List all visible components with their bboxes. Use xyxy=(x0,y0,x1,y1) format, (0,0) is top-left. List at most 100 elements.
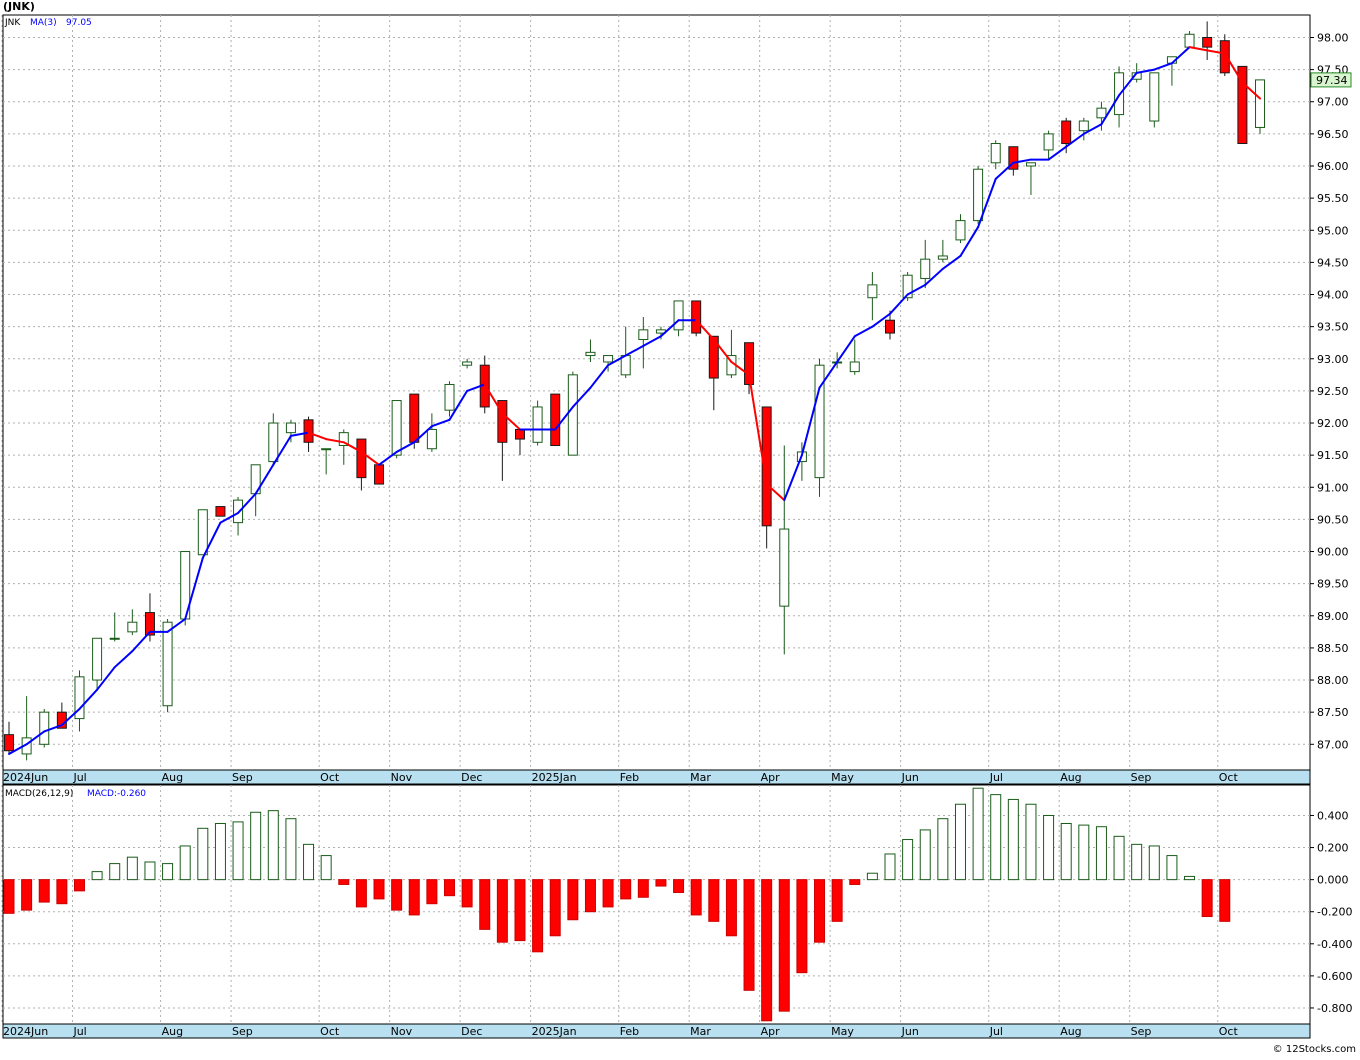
chart-stage: 87.00 87.50 88.00 88.50 89.00 89.50 90.00 90.50… xyxy=(0,0,1360,1056)
price-y-tick-label: 91.50 xyxy=(1317,449,1349,462)
macd-bar xyxy=(884,853,896,881)
candle-body xyxy=(885,319,895,334)
macd-bar xyxy=(778,879,790,1012)
price-x-tick-label: Sep xyxy=(1131,771,1152,784)
macd-bar xyxy=(38,879,50,903)
price-y-tick-label: 96.50 xyxy=(1317,128,1349,141)
macd-bar xyxy=(126,856,138,881)
macd-bar xyxy=(267,810,279,881)
macd-bar xyxy=(320,855,332,881)
candle-body xyxy=(1149,72,1160,122)
price-x-tick-label: Aug xyxy=(162,771,183,784)
price-y-tick-label: 88.00 xyxy=(1317,674,1349,687)
macd-bar xyxy=(355,879,367,908)
macd-x-tick-label: 2025Jan xyxy=(532,1025,577,1038)
macd-x-tick-label: Nov xyxy=(391,1025,413,1038)
candle-body xyxy=(990,143,1001,164)
macd-bar xyxy=(56,879,68,905)
price-x-tick-label: May xyxy=(831,771,854,784)
candle-body xyxy=(673,300,684,331)
macd-bar xyxy=(972,787,984,881)
macd-x-tick-label: Aug xyxy=(1060,1025,1081,1038)
macd-bar xyxy=(250,811,262,881)
macd-bar xyxy=(620,879,632,900)
macd-bar xyxy=(479,879,491,930)
price-panel-frame xyxy=(2,14,1311,771)
macd-y-tick-label: -0.200 xyxy=(1317,906,1352,919)
macd-bar xyxy=(197,827,209,881)
candle-body xyxy=(620,355,631,376)
macd-bar xyxy=(796,879,808,974)
candle-body xyxy=(285,422,296,434)
macd-bar xyxy=(1148,845,1160,881)
macd-bar xyxy=(21,879,33,911)
macd-bar xyxy=(285,818,297,881)
credit-text: © 12Stocks.com xyxy=(1272,1044,1356,1055)
price-y-tick-label: 92.50 xyxy=(1317,385,1349,398)
price-x-tick-label: Feb xyxy=(620,771,639,784)
candle-body xyxy=(321,448,332,451)
price-x-tick-label: Jul xyxy=(989,771,1003,784)
price-y-tick-label: 89.50 xyxy=(1317,578,1349,591)
price-y-tick-label: 87.00 xyxy=(1317,738,1349,751)
price-y-tick-label: 94.50 xyxy=(1317,256,1349,269)
macd-legend-value: MACD:-0.260 xyxy=(87,789,146,799)
macd-bar xyxy=(461,879,473,908)
candle-body xyxy=(1202,36,1213,48)
macd-bar xyxy=(602,879,614,908)
chart-svg: 87.00 87.50 88.00 88.50 89.00 89.50 90.00 90.50… xyxy=(1,14,1352,1039)
macd-bar xyxy=(584,879,596,913)
macd-bar xyxy=(91,871,103,881)
macd-bar xyxy=(919,829,931,881)
macd-bar xyxy=(990,794,1002,881)
candle-body xyxy=(1061,120,1072,145)
macd-bar xyxy=(761,879,773,1022)
macd-x-tick-label: 2024Jun xyxy=(3,1025,48,1038)
candle-body xyxy=(1184,33,1195,48)
macd-bar xyxy=(162,863,174,881)
chart-title: (JNK) xyxy=(3,0,35,13)
macd-bar xyxy=(373,879,385,900)
price-x-tick-label: Oct xyxy=(320,771,340,784)
macd-x-tick-label: Apr xyxy=(761,1025,781,1038)
candle-body xyxy=(127,621,138,633)
price-y-tick-label: 92.00 xyxy=(1317,417,1349,430)
macd-bar xyxy=(1131,843,1143,881)
price-x-tick-label: Mar xyxy=(690,771,711,784)
macd-bar xyxy=(73,879,85,892)
price-y-tick-label: 93.00 xyxy=(1317,353,1349,366)
macd-y-tick-label: -0.800 xyxy=(1317,1002,1352,1015)
price-x-tick-label: Jun xyxy=(901,771,919,784)
candle-body xyxy=(567,374,578,456)
macd-x-tick-label: Jun xyxy=(901,1025,919,1038)
macd-bar xyxy=(708,879,720,922)
macd-bar xyxy=(1025,803,1037,881)
candle-body xyxy=(867,284,878,299)
macd-bar xyxy=(1166,855,1178,881)
macd-bar xyxy=(655,879,667,887)
macd-bar xyxy=(532,879,544,953)
macd-bar xyxy=(725,879,737,937)
price-y-tick-label: 97.00 xyxy=(1317,96,1349,109)
candle-body xyxy=(1043,133,1054,151)
macd-x-tick-label: Mar xyxy=(690,1025,711,1038)
candle-body xyxy=(409,393,420,443)
price-y-tick-label: 88.50 xyxy=(1317,642,1349,655)
macd-bar xyxy=(391,879,403,911)
macd-panel-frame xyxy=(2,784,1311,1025)
candle-body xyxy=(585,351,596,357)
macd-bar xyxy=(954,803,966,881)
macd-bar xyxy=(109,863,121,881)
macd-x-tick-label: Sep xyxy=(1131,1025,1152,1038)
macd-bar xyxy=(937,818,949,881)
macd-bar xyxy=(673,879,685,893)
macd-x-tick-label: May xyxy=(831,1025,854,1038)
macd-bar xyxy=(549,879,561,937)
candle-body xyxy=(1078,120,1089,132)
candle-body xyxy=(39,711,50,745)
macd-y-tick-label: 0.000 xyxy=(1317,874,1349,887)
candle-body xyxy=(92,637,103,681)
macd-bar xyxy=(338,879,350,885)
price-y-tick-label: 91.00 xyxy=(1317,481,1349,494)
candle-body xyxy=(303,419,314,443)
